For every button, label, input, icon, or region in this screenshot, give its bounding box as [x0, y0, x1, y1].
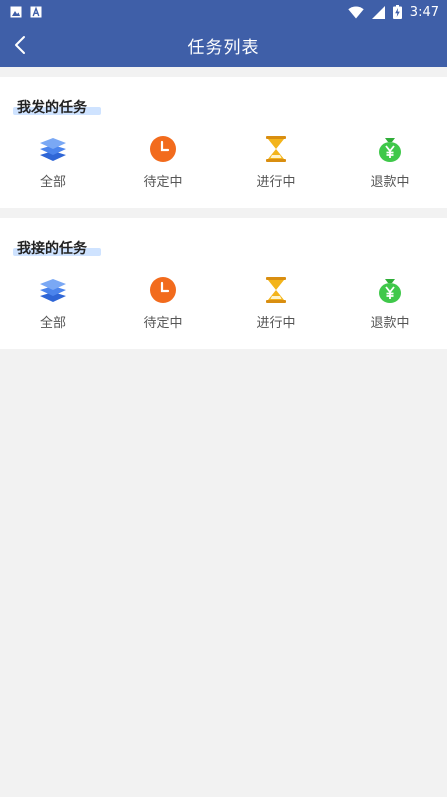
money-bag-icon: [379, 138, 401, 162]
section-published-tasks: 我发的任务 全部 待定中 进行中 退款中: [0, 77, 447, 208]
filter-pending[interactable]: 待定中: [118, 276, 208, 331]
clock-icon: [150, 277, 176, 303]
filter-refunding[interactable]: 退款中: [345, 276, 435, 331]
hourglass-icon: [266, 136, 286, 162]
filter-pending[interactable]: 待定中: [118, 135, 208, 190]
filter-refunding[interactable]: 退款中: [345, 135, 435, 190]
clock-icon: [150, 136, 176, 162]
filter-label: 待定中: [143, 316, 183, 331]
back-button[interactable]: [4, 29, 36, 61]
task-filter-row: 全部 待定中 进行中 退款中: [0, 135, 447, 195]
chevron-left-icon: [15, 36, 25, 54]
layers-icon: [40, 279, 66, 302]
section-title: 我接的任务: [17, 241, 87, 257]
filter-label: 进行中: [256, 316, 296, 331]
filter-in-progress[interactable]: 进行中: [231, 135, 321, 190]
filter-label: 待定中: [143, 175, 183, 190]
battery-charging-icon: [392, 5, 402, 19]
hourglass-icon: [266, 277, 286, 303]
status-bar: 3:47: [0, 0, 447, 24]
task-filter-row: 全部 待定中 进行中 退款中: [0, 276, 447, 336]
section-accepted-tasks: 我接的任务 全部 待定中 进行中 退款中: [0, 218, 447, 349]
status-time: 3:47: [409, 4, 439, 20]
wifi-icon: [348, 6, 364, 18]
filter-label: 退款中: [370, 175, 410, 190]
a-icon: [30, 6, 42, 18]
filter-label: 退款中: [370, 316, 410, 331]
filter-label: 进行中: [256, 175, 296, 190]
filter-label: 全部: [39, 175, 66, 190]
layers-icon: [40, 138, 66, 161]
signal-icon: [371, 5, 385, 19]
image-icon: [10, 6, 22, 18]
section-title: 我发的任务: [17, 100, 87, 116]
filter-in-progress[interactable]: 进行中: [231, 276, 321, 331]
filter-all[interactable]: 全部: [8, 135, 98, 190]
money-bag-icon: [379, 279, 401, 303]
filter-all[interactable]: 全部: [8, 276, 98, 331]
page-title: 任务列表: [187, 38, 260, 58]
app-bar: 任务列表: [0, 24, 447, 67]
filter-label: 全部: [39, 316, 66, 331]
